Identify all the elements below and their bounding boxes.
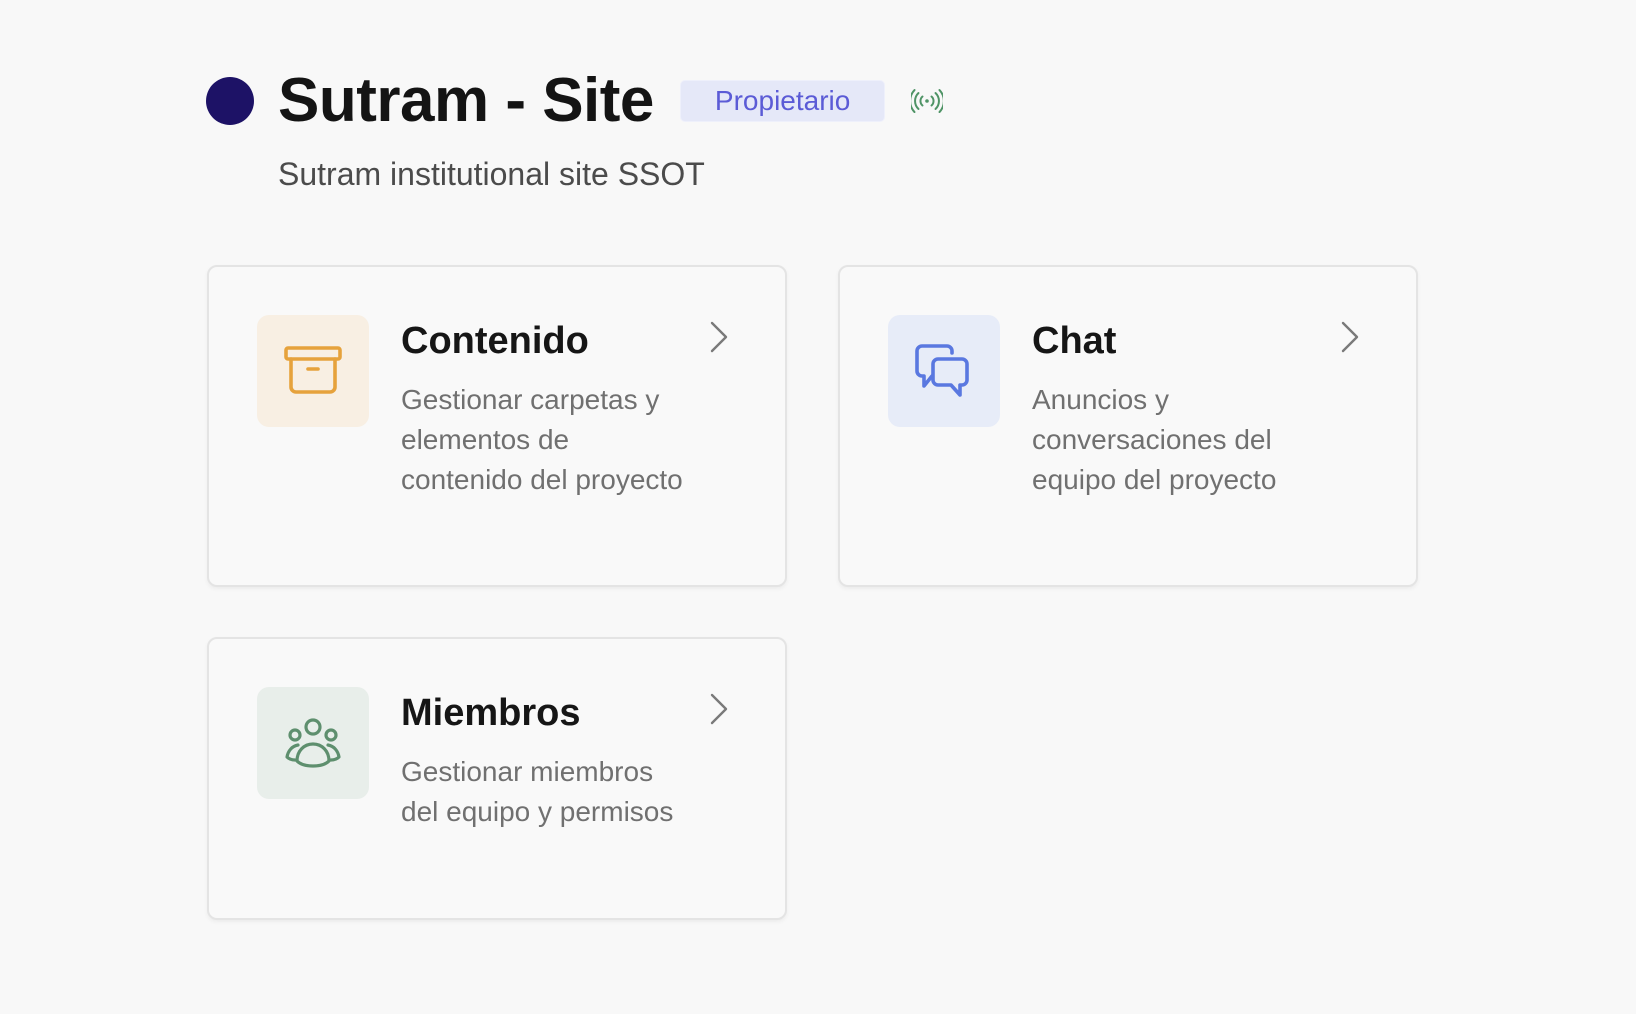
broadcast-signal-icon (909, 88, 946, 114)
chat-card[interactable]: Chat Anuncios y conversaciones del equip… (838, 265, 1418, 587)
contenido-description: Gestionar carpetas y elementos de conten… (401, 384, 683, 495)
contenido-title: Contenido (401, 320, 589, 362)
archive-box-icon (284, 346, 342, 394)
chevron-right-icon (710, 693, 728, 725)
chat-title: Chat (1032, 320, 1117, 362)
chevron-right-icon (1341, 321, 1359, 353)
chat-icon-box (888, 315, 1000, 427)
project-subtitle: Sutram institutional site SSOT (278, 156, 705, 192)
project-header: Sutram - Site Propietario (206, 66, 946, 135)
contenido-icon-box (257, 315, 369, 427)
users-group-icon (285, 718, 341, 768)
miembros-title: Miembros (401, 692, 581, 734)
project-color-dot (206, 77, 254, 125)
miembros-icon-box (257, 687, 369, 799)
contenido-card[interactable]: Contenido Gestionar carpetas y elementos… (207, 265, 787, 587)
chat-description: Anuncios y conversaciones del equipo del… (1032, 384, 1277, 495)
page-title: Sutram - Site (278, 66, 654, 135)
miembros-description: Gestionar miembros del equipo y permisos (401, 756, 674, 827)
chevron-right-icon (710, 321, 728, 353)
role-badge: Propietario (679, 80, 886, 122)
chat-bubbles-icon (915, 344, 969, 397)
miembros-card[interactable]: Miembros Gestionar miembros del equipo y… (207, 637, 787, 920)
